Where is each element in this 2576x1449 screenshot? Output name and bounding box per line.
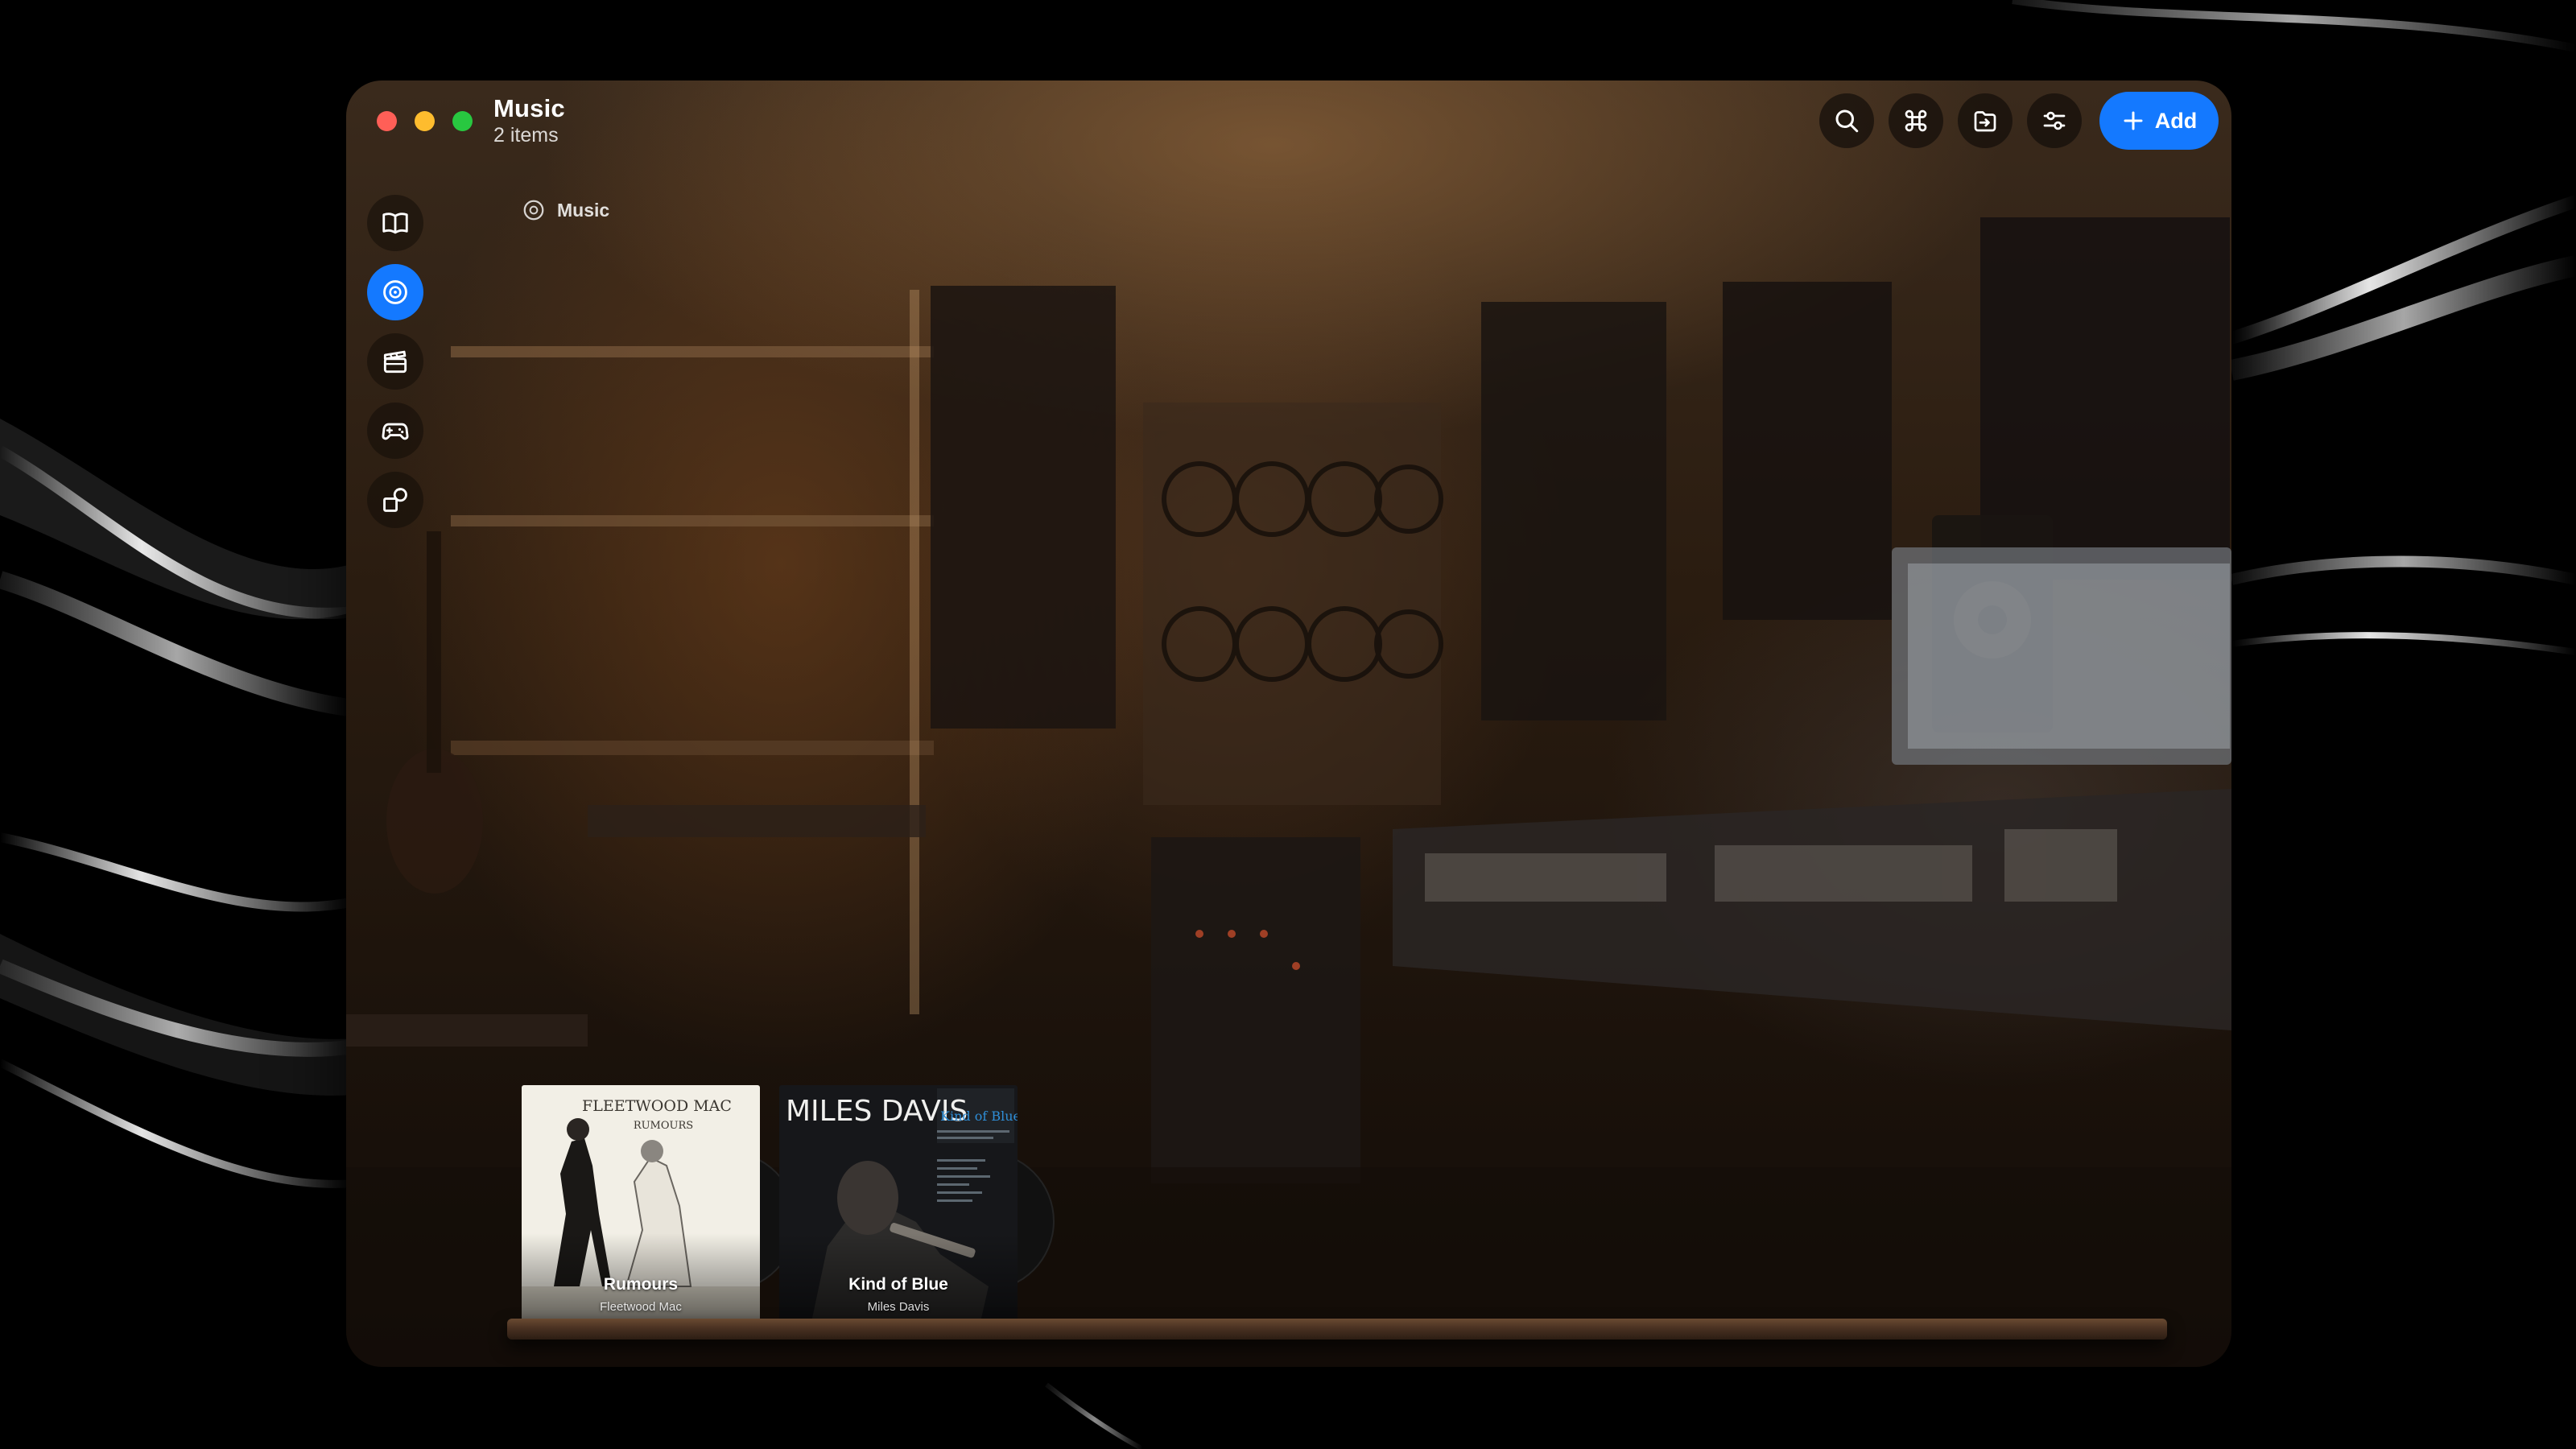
command-palette-button[interactable] xyxy=(1889,93,1943,148)
sidebar-item-other[interactable] xyxy=(367,472,423,528)
book-icon xyxy=(382,213,408,234)
search-button[interactable] xyxy=(1819,93,1874,148)
album-artist: Miles Davis xyxy=(867,1300,930,1314)
music-disc-icon xyxy=(383,280,407,304)
import-icon xyxy=(1974,111,1996,132)
album-card[interactable]: FLEETWOOD MAC RUMOURS Rumours Fleetwood … xyxy=(522,1085,760,1322)
add-button[interactable]: Add xyxy=(2099,92,2219,150)
album-shelf xyxy=(507,1319,2167,1340)
command-icon xyxy=(1905,109,1927,132)
item-count: 2 items xyxy=(493,124,559,147)
album-title: Kind of Blue xyxy=(848,1275,948,1294)
album-card[interactable]: MILES DAVIS Kind of Blue Kind of Blue Mi… xyxy=(779,1085,1018,1322)
app-window: Music 2 items Add Music FLEETWOOD MAC RU… xyxy=(346,80,2231,1367)
filters-icon xyxy=(2043,111,2066,130)
sidebar-item-games[interactable] xyxy=(367,402,423,459)
gamepad-icon xyxy=(382,423,409,440)
zoom-window-button[interactable] xyxy=(452,111,473,131)
minimize-window-button[interactable] xyxy=(415,111,435,131)
plus-icon xyxy=(2124,111,2143,130)
search-icon xyxy=(1835,109,1859,133)
sidebar-item-movies[interactable] xyxy=(367,333,423,390)
album-cover-subtext: RUMOURS xyxy=(634,1120,693,1132)
filters-button[interactable] xyxy=(2027,93,2082,148)
sidebar-item-music[interactable] xyxy=(367,264,423,320)
window-controls xyxy=(377,111,473,131)
breadcrumb[interactable]: Music xyxy=(522,198,609,222)
sidebar xyxy=(367,195,423,528)
breadcrumb-label: Music xyxy=(557,199,610,221)
add-button-label: Add xyxy=(2154,108,2198,133)
clapperboard-icon xyxy=(383,350,407,374)
music-disc-icon xyxy=(523,200,544,221)
window-title-block: Music 2 items xyxy=(493,93,565,147)
close-window-button[interactable] xyxy=(377,111,397,131)
album-cover-subtext: Kind of Blue xyxy=(940,1108,1018,1124)
toolbar: Add xyxy=(1819,92,2219,150)
shapes-icon xyxy=(383,488,407,512)
album-cover-text: FLEETWOOD MAC xyxy=(582,1097,732,1115)
album-title: Rumours xyxy=(603,1275,679,1294)
album-artist: Fleetwood Mac xyxy=(600,1300,682,1314)
window-title: Music xyxy=(493,94,565,122)
import-button[interactable] xyxy=(1958,93,2013,148)
album-grid: FLEETWOOD MAC RUMOURS Rumours Fleetwood … xyxy=(522,1085,1018,1322)
sidebar-item-books[interactable] xyxy=(367,195,423,251)
